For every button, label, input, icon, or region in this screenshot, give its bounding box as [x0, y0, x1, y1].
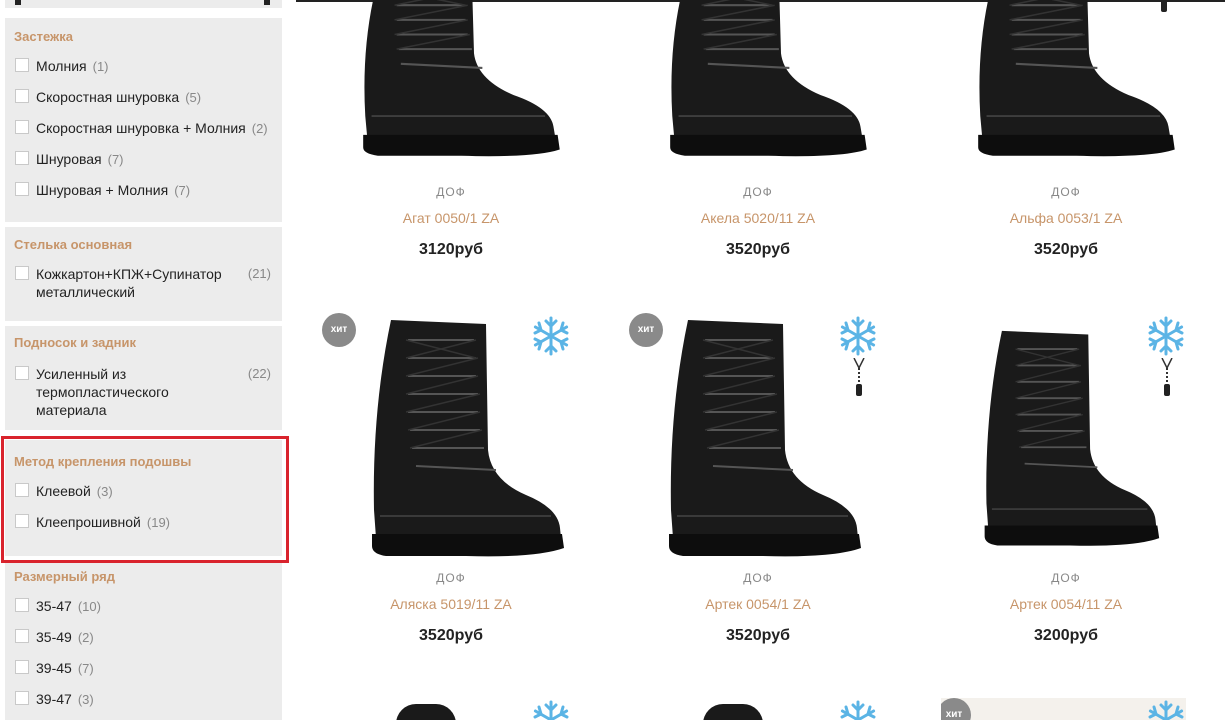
product-card[interactable]: ДОФ Артек 0054/11 ZA 3200руб — [941, 310, 1191, 655]
zipper-icon — [1156, 0, 1172, 14]
snowflake-icon — [838, 316, 878, 356]
filter-title: Стелька основная — [14, 237, 133, 252]
option-label: Скоростная шнуровка + Молния — [36, 120, 246, 136]
option-label: 35-49 — [36, 629, 72, 645]
hit-badge: хит — [629, 313, 663, 347]
option-count: (21) — [247, 266, 271, 281]
option-label: Скоростная шнуровка — [36, 89, 180, 105]
product-card[interactable]: хит ДОФ Аляска 5019/11 ZA 3520руб — [322, 310, 576, 655]
product-card[interactable] — [326, 690, 576, 720]
option-count: (22) — [247, 366, 271, 381]
product-name-link[interactable]: Альфа 0053/1 ZA — [941, 210, 1191, 226]
option-count: (3) — [77, 692, 94, 707]
checkbox[interactable] — [15, 151, 29, 165]
snowflake-icon — [1146, 700, 1186, 720]
product-image[interactable] — [951, 0, 1181, 158]
checkbox[interactable] — [15, 629, 29, 643]
product-image[interactable] — [643, 0, 873, 158]
zipper-icon — [851, 358, 867, 398]
product-image[interactable] — [961, 320, 1161, 560]
product-brand: ДОФ — [1051, 571, 1081, 585]
product-price: 3520руб — [1034, 241, 1098, 258]
product-brand: ДОФ — [743, 185, 773, 199]
product-name-link[interactable]: Акела 5020/11 ZA — [633, 210, 883, 226]
checkbox[interactable] — [15, 660, 29, 674]
product-image[interactable] — [643, 320, 863, 560]
product-price: 3200руб — [1034, 627, 1098, 644]
option-label: Шнуровая + Молния — [36, 182, 169, 198]
checkbox[interactable] — [15, 120, 29, 134]
product-image[interactable] — [336, 0, 566, 158]
product-image[interactable] — [703, 704, 763, 720]
snowflake-icon — [531, 700, 571, 720]
option-count: (2) — [251, 121, 268, 136]
snowflake-icon — [838, 700, 878, 720]
filter-title: Размерный ряд — [14, 569, 115, 584]
filter-block-fastener: Застежка Молния (1) Скоростная шнуровка (5… — [5, 18, 282, 222]
filter-block-previous — [5, 0, 282, 8]
checkbox[interactable] — [15, 366, 29, 380]
option-label: Молния — [36, 58, 87, 74]
product-brand: ДОФ — [436, 185, 466, 199]
snowflake-icon — [1146, 316, 1186, 356]
product-image[interactable] — [346, 320, 566, 560]
product-card[interactable]: хит ДОФ Артек 0054/1 ZA 3520руб — [629, 310, 883, 655]
option-label: Шнуровая — [36, 151, 102, 167]
checkbox[interactable] — [15, 266, 29, 280]
product-card[interactable]: ДОФ Альфа 0053/1 ZA 3520руб — [941, 0, 1191, 270]
checkbox[interactable] — [15, 598, 29, 612]
snowflake-icon — [531, 316, 571, 356]
filter-title: Застежка — [14, 29, 73, 44]
option-count: (5) — [185, 90, 202, 105]
product-card[interactable]: ДОФ Акела 5020/11 ZA 3520руб — [633, 0, 883, 270]
product-price: 3520руб — [726, 627, 790, 644]
product-brand: ДОФ — [743, 571, 773, 585]
product-image[interactable] — [396, 704, 456, 720]
highlight-frame — [1, 436, 289, 563]
checkbox[interactable] — [15, 89, 29, 103]
option-count: (1) — [92, 59, 109, 74]
checkbox[interactable] — [15, 58, 29, 72]
option-count: (7) — [174, 183, 191, 198]
product-price: 3120руб — [419, 241, 483, 258]
filter-title: Подносок и задник — [14, 335, 137, 350]
filter-block-sizes: Размерный ряд 35-47 (10) 35-49 (2) 39-45 (7… — [5, 562, 282, 720]
option-count: (2) — [77, 630, 94, 645]
slider-handle-left[interactable] — [15, 0, 21, 5]
option-count: (10) — [77, 599, 101, 614]
option-label: 35-47 — [36, 598, 72, 614]
product-name-link[interactable]: Артек 0054/1 ZA — [633, 596, 883, 612]
checkbox[interactable] — [15, 182, 29, 196]
zipper-icon — [1159, 358, 1175, 398]
product-name-link[interactable]: Артек 0054/11 ZA — [941, 596, 1191, 612]
option-label: Усиленный из термопластического материал… — [36, 366, 169, 418]
option-label: Кожкартон+КПЖ+Супинатор металлический — [36, 266, 222, 300]
product-name-link[interactable]: Агат 0050/1 ZA — [326, 210, 576, 226]
product-card[interactable] — [633, 690, 883, 720]
product-brand: ДОФ — [1051, 185, 1081, 199]
product-price: 3520руб — [419, 627, 483, 644]
slider-handle-right[interactable] — [264, 0, 270, 5]
filter-sidebar: Застежка Молния (1) Скоростная шнуровка (5… — [5, 0, 282, 720]
option-count: (7) — [77, 661, 94, 676]
filter-block-insole: Стелька основная Кожкартон+КПЖ+Супинатор… — [5, 227, 282, 321]
hit-badge: хит — [322, 313, 356, 347]
product-card[interactable]: хит — [941, 690, 1191, 720]
option-label: 39-45 — [36, 660, 72, 676]
product-price: 3520руб — [726, 241, 790, 258]
product-name-link[interactable]: Аляска 5019/11 ZA — [326, 596, 576, 612]
product-brand: ДОФ — [436, 571, 466, 585]
filter-block-toecap: Подносок и задник Усиленный из термоплас… — [5, 326, 282, 430]
checkbox[interactable] — [15, 691, 29, 705]
option-count: (7) — [107, 152, 124, 167]
option-label: 39-47 — [36, 691, 72, 707]
product-card[interactable]: ДОФ Агат 0050/1 ZA 3120руб — [326, 0, 576, 270]
